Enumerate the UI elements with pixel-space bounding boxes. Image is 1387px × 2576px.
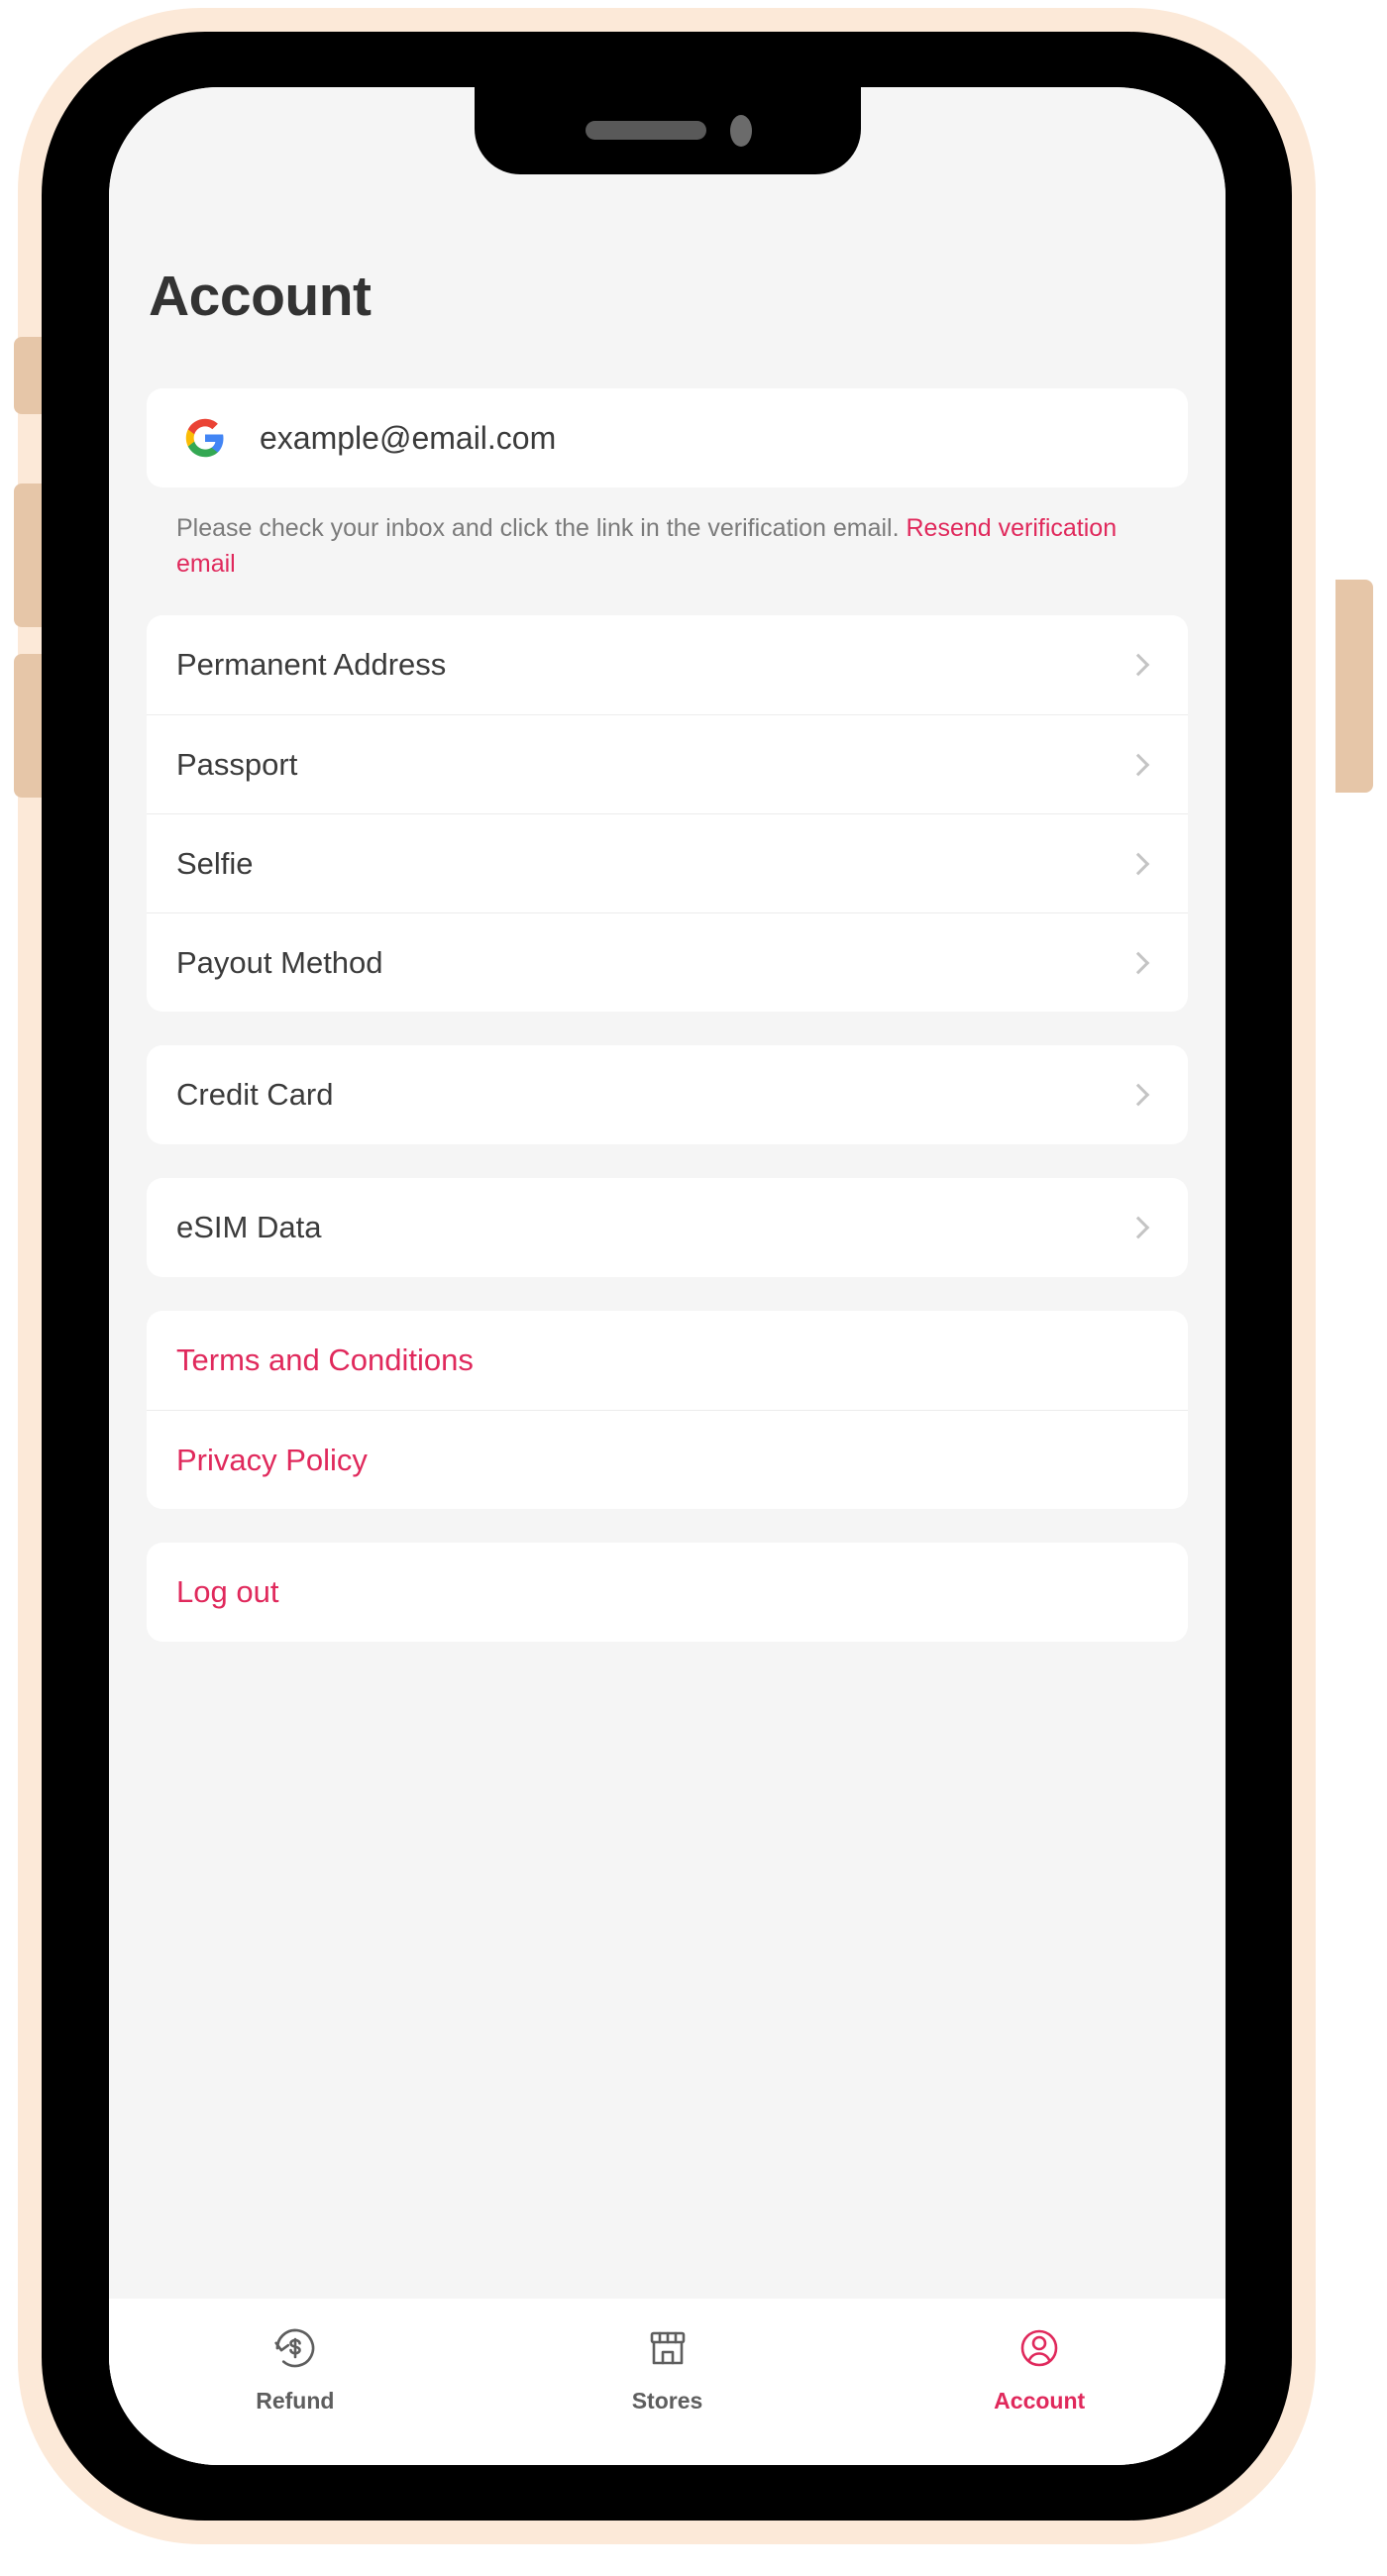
verification-note-text: Please check your inbox and click the li… [176,514,907,542]
page-title: Account [149,265,372,328]
menu-item-label: eSIM Data [176,1210,322,1244]
chevron-right-icon [1126,1216,1150,1239]
menu-item-passport[interactable]: Passport [147,714,1188,813]
menu-item-label: Privacy Policy [176,1442,368,1477]
storefront-icon [640,2320,695,2376]
menu-item-label: Terms and Conditions [176,1342,474,1377]
menu-item-label: Permanent Address [176,647,447,682]
tab-label: Refund [256,2388,335,2414]
menu-item-label: Selfie [176,845,254,881]
settings-group-session: Log out [147,1543,1188,1642]
menu-item-label: Log out [176,1574,279,1609]
chevron-right-icon [1126,1083,1150,1107]
account-email-card[interactable]: example@email.com [147,388,1188,487]
menu-item-selfie[interactable]: Selfie [147,813,1188,912]
tab-refund[interactable]: Refund [109,2320,481,2415]
user-circle-icon [1012,2320,1067,2376]
chevron-right-icon [1126,653,1150,677]
menu-item-privacy-policy[interactable]: Privacy Policy [147,1410,1188,1509]
menu-item-label: Credit Card [176,1077,334,1112]
chevron-right-icon [1126,951,1150,974]
tab-label: Stores [631,2388,703,2414]
phone-power-button[interactable] [1335,580,1373,793]
settings-group-payment: Credit Card [147,1045,1188,1144]
bottom-tab-bar: Refund Stores Account [109,2299,1226,2465]
menu-item-log-out[interactable]: Log out [147,1543,1188,1642]
refund-dollar-icon [267,2320,323,2376]
google-logo-icon [184,417,226,459]
menu-item-label: Passport [176,746,298,782]
tab-stores[interactable]: Stores [481,2320,854,2415]
verification-note: Please check your inbox and click the li… [176,511,1158,582]
tab-account[interactable]: Account [853,2320,1226,2415]
phone-notch [474,87,861,174]
settings-group-connectivity: eSIM Data [147,1178,1188,1277]
tab-label: Account [994,2388,1086,2414]
app-content: Account example@email.com Please check y… [109,87,1226,2465]
front-camera-icon [729,115,752,147]
menu-item-payout-method[interactable]: Payout Method [147,912,1188,1012]
menu-item-esim-data[interactable]: eSIM Data [147,1178,1188,1277]
screenshot-stage: Account example@email.com Please check y… [0,0,1387,2576]
settings-group-identity: Permanent Address Passport Selfie Payout… [147,615,1188,1012]
account-email-value: example@email.com [260,419,557,456]
phone-screen: Account example@email.com Please check y… [109,87,1226,2465]
earpiece-speaker-icon [585,121,706,140]
menu-item-permanent-address[interactable]: Permanent Address [147,615,1188,714]
settings-group-legal: Terms and Conditions Privacy Policy [147,1311,1188,1509]
menu-item-label: Payout Method [176,944,383,980]
chevron-right-icon [1126,852,1150,875]
menu-item-terms-and-conditions[interactable]: Terms and Conditions [147,1311,1188,1410]
chevron-right-icon [1126,753,1150,776]
menu-item-credit-card[interactable]: Credit Card [147,1045,1188,1144]
